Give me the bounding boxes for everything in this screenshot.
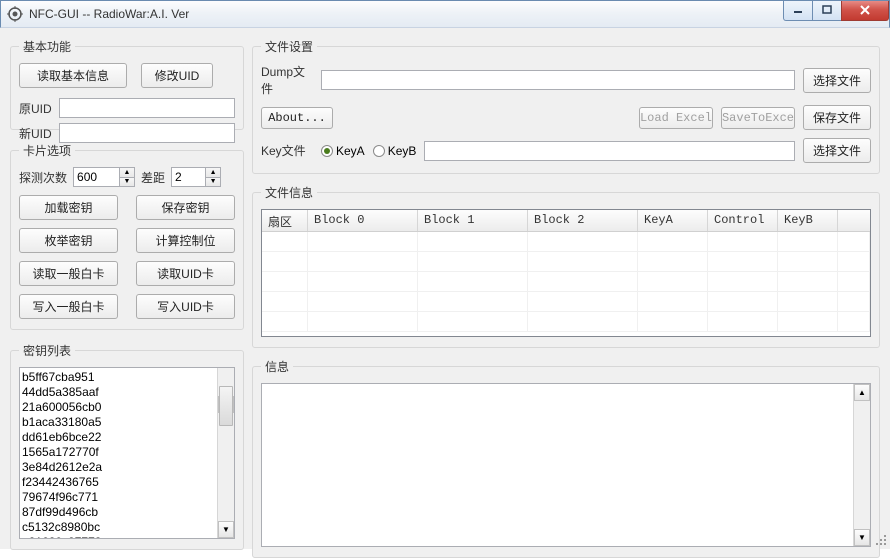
choose-dump-file-button[interactable]: 选择文件	[803, 68, 871, 93]
diff-input[interactable]	[171, 167, 205, 187]
col-block1[interactable]: Block 1	[418, 210, 528, 231]
keya-radio-label: KeyA	[336, 144, 365, 158]
enum-key-button[interactable]: 枚举密钥	[19, 228, 118, 253]
read-uid-card-button[interactable]: 读取UID卡	[136, 261, 235, 286]
file-info-legend: 文件信息	[261, 184, 317, 201]
table-row[interactable]	[262, 232, 870, 252]
probe-up-icon[interactable]: ▲	[119, 167, 135, 177]
info-scrollbar[interactable]: ▲ ▼	[853, 384, 870, 546]
col-control[interactable]: Control	[708, 210, 778, 231]
keyb-radio[interactable]: KeyB	[373, 144, 417, 158]
dump-file-label: Dump文件	[261, 63, 313, 97]
modify-uid-button[interactable]: 修改UID	[141, 63, 213, 88]
probe-count-label: 探测次数	[19, 169, 67, 186]
orig-uid-label: 原UID	[19, 100, 55, 117]
diff-down-icon[interactable]: ▼	[205, 177, 221, 188]
basic-group: 基本功能 读取基本信息 修改UID 原UID 新UID	[10, 38, 244, 130]
table-body	[262, 232, 870, 332]
probe-down-icon[interactable]: ▼	[119, 177, 135, 188]
statusbar	[0, 533, 890, 549]
load-excel-button[interactable]: Load Excel	[639, 107, 713, 129]
new-uid-label: 新UID	[19, 125, 55, 142]
col-keya[interactable]: KeyA	[638, 210, 708, 231]
keya-radio[interactable]: KeyA	[321, 144, 365, 158]
file-config-group: 文件设置 Dump文件 选择文件 About... Load Excel Sav…	[252, 38, 880, 174]
card-group: 卡片选项 探测次数 ▲▼ 差距 ▲▼ 加载密钥 保存密钥 枚举密钥 计算控制位 …	[10, 142, 244, 330]
table-header: 扇区 Block 0 Block 1 Block 2 KeyA Control …	[262, 210, 870, 232]
probe-count-spinner[interactable]: ▲▼	[73, 167, 135, 187]
scroll-thumb[interactable]	[219, 386, 233, 426]
basic-legend: 基本功能	[19, 38, 75, 55]
key-list-legend: 密钥列表	[19, 342, 75, 359]
info-legend: 信息	[261, 358, 293, 375]
keyb-radio-label: KeyB	[388, 144, 417, 158]
key-list-text: b5ff67cba951 44dd5a385aaf 21a600056cb0 b…	[22, 370, 102, 539]
save-key-button[interactable]: 保存密钥	[136, 195, 235, 220]
key-list-scrollbar[interactable]: ▲ ▼	[217, 368, 234, 538]
resize-grip-icon[interactable]	[876, 535, 888, 547]
load-key-button[interactable]: 加载密钥	[19, 195, 118, 220]
about-button[interactable]: About...	[261, 107, 333, 129]
table-row[interactable]	[262, 272, 870, 292]
choose-key-file-button[interactable]: 选择文件	[803, 138, 871, 163]
col-block2[interactable]: Block 2	[528, 210, 638, 231]
diff-up-icon[interactable]: ▲	[205, 167, 221, 177]
table-row[interactable]	[262, 292, 870, 312]
minimize-button[interactable]	[783, 1, 813, 21]
key-list-group: 密钥列表 b5ff67cba951 44dd5a385aaf 21a600056…	[10, 342, 244, 550]
info-textbox[interactable]: ▲ ▼	[261, 383, 871, 547]
probe-count-input[interactable]	[73, 167, 119, 187]
file-info-table[interactable]: 扇区 Block 0 Block 1 Block 2 KeyA Control …	[261, 209, 871, 337]
table-row[interactable]	[262, 312, 870, 332]
col-keyb[interactable]: KeyB	[778, 210, 838, 231]
read-basic-info-button[interactable]: 读取基本信息	[19, 63, 127, 88]
key-file-label: Key文件	[261, 142, 313, 159]
diff-label: 差距	[141, 169, 165, 186]
file-config-legend: 文件设置	[261, 38, 317, 55]
new-uid-input[interactable]	[59, 123, 235, 143]
file-info-group: 文件信息 扇区 Block 0 Block 1 Block 2 KeyA Con…	[252, 184, 880, 348]
read-white-card-button[interactable]: 读取一般白卡	[19, 261, 118, 286]
save-excel-button[interactable]: SaveToExce	[721, 107, 795, 129]
write-white-card-button[interactable]: 写入一般白卡	[19, 294, 118, 319]
info-scroll-up-icon[interactable]: ▲	[854, 384, 870, 401]
close-button[interactable]	[841, 1, 889, 21]
table-row[interactable]	[262, 252, 870, 272]
window-buttons	[784, 1, 889, 21]
orig-uid-input[interactable]	[59, 98, 235, 118]
write-uid-card-button[interactable]: 写入UID卡	[136, 294, 235, 319]
dump-file-input[interactable]	[321, 70, 795, 90]
col-sector[interactable]: 扇区	[262, 210, 308, 231]
titlebar[interactable]: NFC-GUI -- RadioWar:A.I. Ver	[0, 0, 890, 28]
key-list-box[interactable]: b5ff67cba951 44dd5a385aaf 21a600056cb0 b…	[19, 367, 235, 539]
card-legend: 卡片选项	[19, 142, 75, 159]
col-spacer	[838, 210, 870, 231]
diff-spinner[interactable]: ▲▼	[171, 167, 221, 187]
window-title: NFC-GUI -- RadioWar:A.I. Ver	[29, 7, 784, 21]
save-file-button[interactable]: 保存文件	[803, 105, 871, 130]
calc-control-button[interactable]: 计算控制位	[136, 228, 235, 253]
key-file-input[interactable]	[424, 141, 795, 161]
app-icon	[7, 6, 23, 22]
maximize-button[interactable]	[812, 1, 842, 21]
col-block0[interactable]: Block 0	[308, 210, 418, 231]
info-group: 信息 ▲ ▼	[252, 358, 880, 558]
